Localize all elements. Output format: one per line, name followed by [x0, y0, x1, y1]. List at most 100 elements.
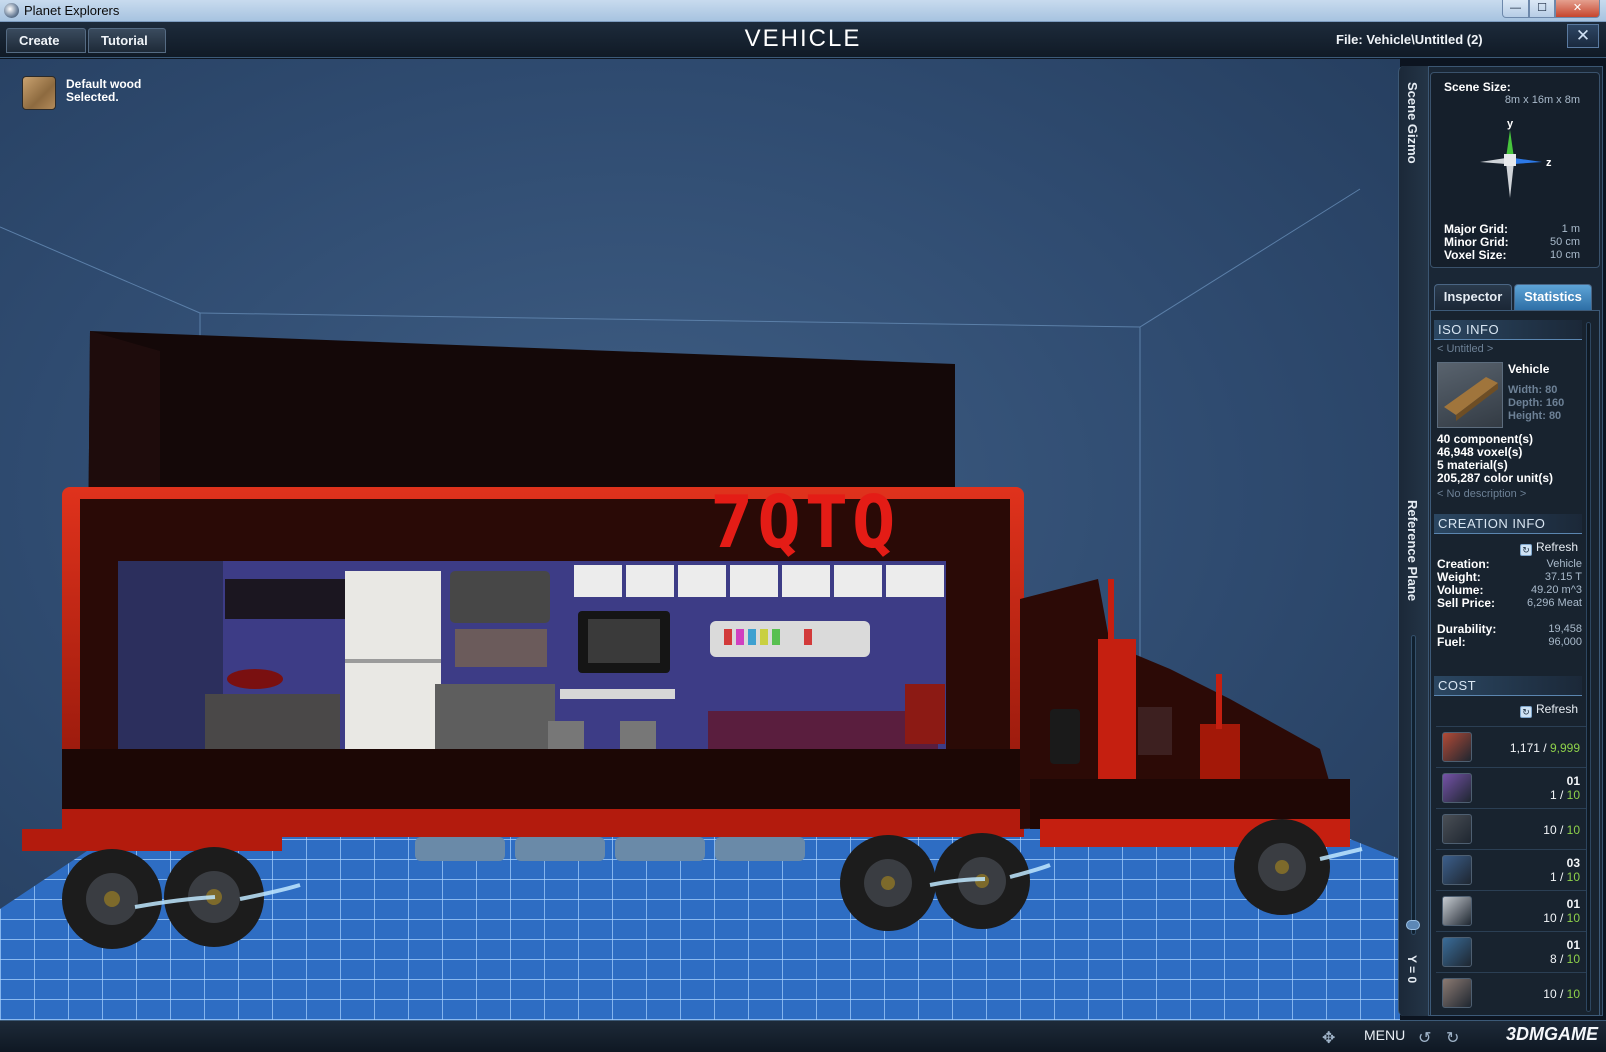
- iso-description: < No description >: [1437, 488, 1527, 500]
- cost-item-max: 10: [1566, 823, 1580, 837]
- refresh-icon: ↻: [1520, 544, 1532, 556]
- reference-plane-label: Reference Plane: [1405, 500, 1420, 602]
- thruster-icon: [1442, 937, 1472, 967]
- major-grid-label: Major Grid:: [1444, 222, 1509, 236]
- iso-thumbnail: [1437, 362, 1503, 428]
- axis-y-label: y: [1507, 118, 1514, 130]
- os-titlebar: Planet Explorers: [0, 0, 1606, 22]
- cost-item-separator: /: [1556, 788, 1567, 802]
- cost-item: 01 1 / 10: [1436, 767, 1586, 807]
- window-title: Planet Explorers: [24, 3, 120, 18]
- iso-info-heading: ISO INFO: [1434, 320, 1582, 340]
- volume-value: 49.20 m^3: [1530, 584, 1582, 596]
- cost-item-amount: 1,171 / 9,999: [1510, 741, 1580, 755]
- reference-plane-handle[interactable]: [1406, 920, 1420, 930]
- undo-icon[interactable]: ↺: [1418, 1028, 1431, 1048]
- creation-label: Creation:: [1437, 557, 1490, 571]
- weight-value: 37.15 T: [1544, 571, 1582, 583]
- statistics-scrollbar[interactable]: [1586, 322, 1591, 1012]
- creation-info-heading: CREATION INFO: [1434, 514, 1582, 534]
- cost-item-max: 10: [1566, 911, 1580, 925]
- cost-item: 01 8 / 10: [1436, 931, 1586, 971]
- voxel-size-label: Voxel Size:: [1444, 248, 1507, 262]
- cost-item: 10 / 10: [1436, 808, 1586, 848]
- reference-plane-slider[interactable]: [1411, 635, 1416, 935]
- snap-icon[interactable]: ✥: [1322, 1028, 1335, 1048]
- minimize-button[interactable]: —: [1502, 0, 1529, 18]
- app-logo-icon: [4, 3, 19, 18]
- minor-grid-value: 50 cm: [1550, 236, 1580, 248]
- wood-block-icon: [1442, 732, 1472, 762]
- tab-inspector[interactable]: Inspector: [1434, 284, 1512, 310]
- color-unit-count: 205,287 color unit(s): [1437, 471, 1554, 485]
- cost-item-separator: /: [1556, 911, 1567, 925]
- seat-icon: [1442, 773, 1472, 803]
- cost-item-amount: 8 / 10: [1550, 952, 1580, 966]
- redo-icon[interactable]: ↻: [1446, 1028, 1459, 1048]
- cost-item-have: 10: [1543, 987, 1557, 1001]
- wall-cabinets: [574, 565, 944, 597]
- cost-item-tier: 01: [1566, 774, 1580, 788]
- material-count: 5 material(s): [1437, 458, 1508, 472]
- creation-value: Vehicle: [1546, 558, 1582, 570]
- cost-refresh-button[interactable]: ↻ Refresh: [1520, 702, 1578, 718]
- refresh-icon: ↻: [1520, 706, 1532, 718]
- cost-item-separator: /: [1539, 741, 1550, 755]
- create-button[interactable]: Create: [6, 28, 86, 53]
- cost-item-separator: /: [1556, 870, 1567, 884]
- scene-size-value: 8m x 16m x 8m: [1504, 94, 1580, 106]
- cost-item-separator: /: [1556, 952, 1567, 966]
- cost-item-separator: /: [1556, 987, 1567, 1001]
- cost-item-amount: 10 / 10: [1543, 911, 1580, 925]
- cost-item: 01 10 / 10: [1436, 890, 1586, 930]
- fuel-value: 96,000: [1548, 636, 1582, 648]
- watermark-logo: 3DMGAME: [1506, 1024, 1599, 1044]
- tutorial-button[interactable]: Tutorial: [88, 28, 166, 53]
- cost-item-have: 1: [1549, 870, 1557, 884]
- chair-icon: [1442, 978, 1472, 1008]
- reference-plane-value: Y = 0: [1405, 955, 1419, 984]
- cost-item-have: 10: [1543, 911, 1557, 925]
- axis-gizmo-icon[interactable]: y z: [1478, 118, 1558, 200]
- cost-item-amount: 1 / 10: [1550, 870, 1580, 884]
- cost-item: 03 1 / 10: [1436, 849, 1586, 889]
- cost-refresh-label: Refresh: [1536, 702, 1579, 716]
- editor-viewport[interactable]: 7QTQ Default wood Selected.: [0, 59, 1400, 1020]
- trailer-sign: 7QTQ: [710, 480, 899, 564]
- creation-refresh-button[interactable]: ↻ Refresh: [1520, 540, 1578, 556]
- fuel-label: Fuel:: [1437, 635, 1466, 649]
- creation-refresh-label: Refresh: [1536, 540, 1579, 554]
- scene-gizmo-toggle[interactable]: Scene Gizmo: [1405, 82, 1420, 164]
- iso-name: < Untitled >: [1437, 343, 1494, 355]
- tab-statistics[interactable]: Statistics: [1514, 284, 1592, 310]
- durability-value: 19,458: [1548, 623, 1582, 635]
- cost-item-amount: 1 / 10: [1550, 788, 1580, 802]
- cost-item-max: 10: [1566, 952, 1580, 966]
- volume-label: Volume:: [1437, 583, 1484, 597]
- editor-close-button[interactable]: ✕: [1567, 24, 1599, 48]
- scene-size-label: Scene Size:: [1444, 80, 1511, 94]
- iso-depth: Depth: 160: [1508, 397, 1565, 409]
- cost-item-tier: 01: [1566, 938, 1580, 952]
- voxel-count: 46,948 voxel(s): [1437, 445, 1523, 459]
- minor-grid-label: Minor Grid:: [1444, 235, 1509, 249]
- cost-item-have: 1,171: [1509, 741, 1540, 755]
- menu-button[interactable]: MENU: [1364, 1027, 1405, 1043]
- engine-icon: [1442, 855, 1472, 885]
- sell-price-label: Sell Price:: [1437, 596, 1496, 610]
- cost-item-have: 1: [1549, 788, 1557, 802]
- material-selected-text: Selected.: [66, 90, 119, 104]
- vehicle-scene: 7QTQ: [0, 188, 1400, 1020]
- durability-label: Durability:: [1437, 622, 1497, 636]
- cost-item: 10 / 10: [1436, 972, 1586, 1012]
- material-swatch[interactable]: [22, 76, 56, 110]
- maximize-button[interactable]: ☐: [1529, 0, 1555, 18]
- cost-item-amount: 10 / 10: [1543, 987, 1580, 1001]
- cost-item: 1,171 / 9,999: [1436, 726, 1586, 766]
- window-close-button[interactable]: ✕: [1555, 0, 1600, 18]
- file-path: File: Vehicle\Untitled (2): [1336, 32, 1483, 47]
- axis-z-label: z: [1546, 157, 1552, 169]
- headlight-icon: [1442, 896, 1472, 926]
- vehicle-preview-icon: [1444, 377, 1498, 421]
- component-count: 40 component(s): [1437, 432, 1534, 446]
